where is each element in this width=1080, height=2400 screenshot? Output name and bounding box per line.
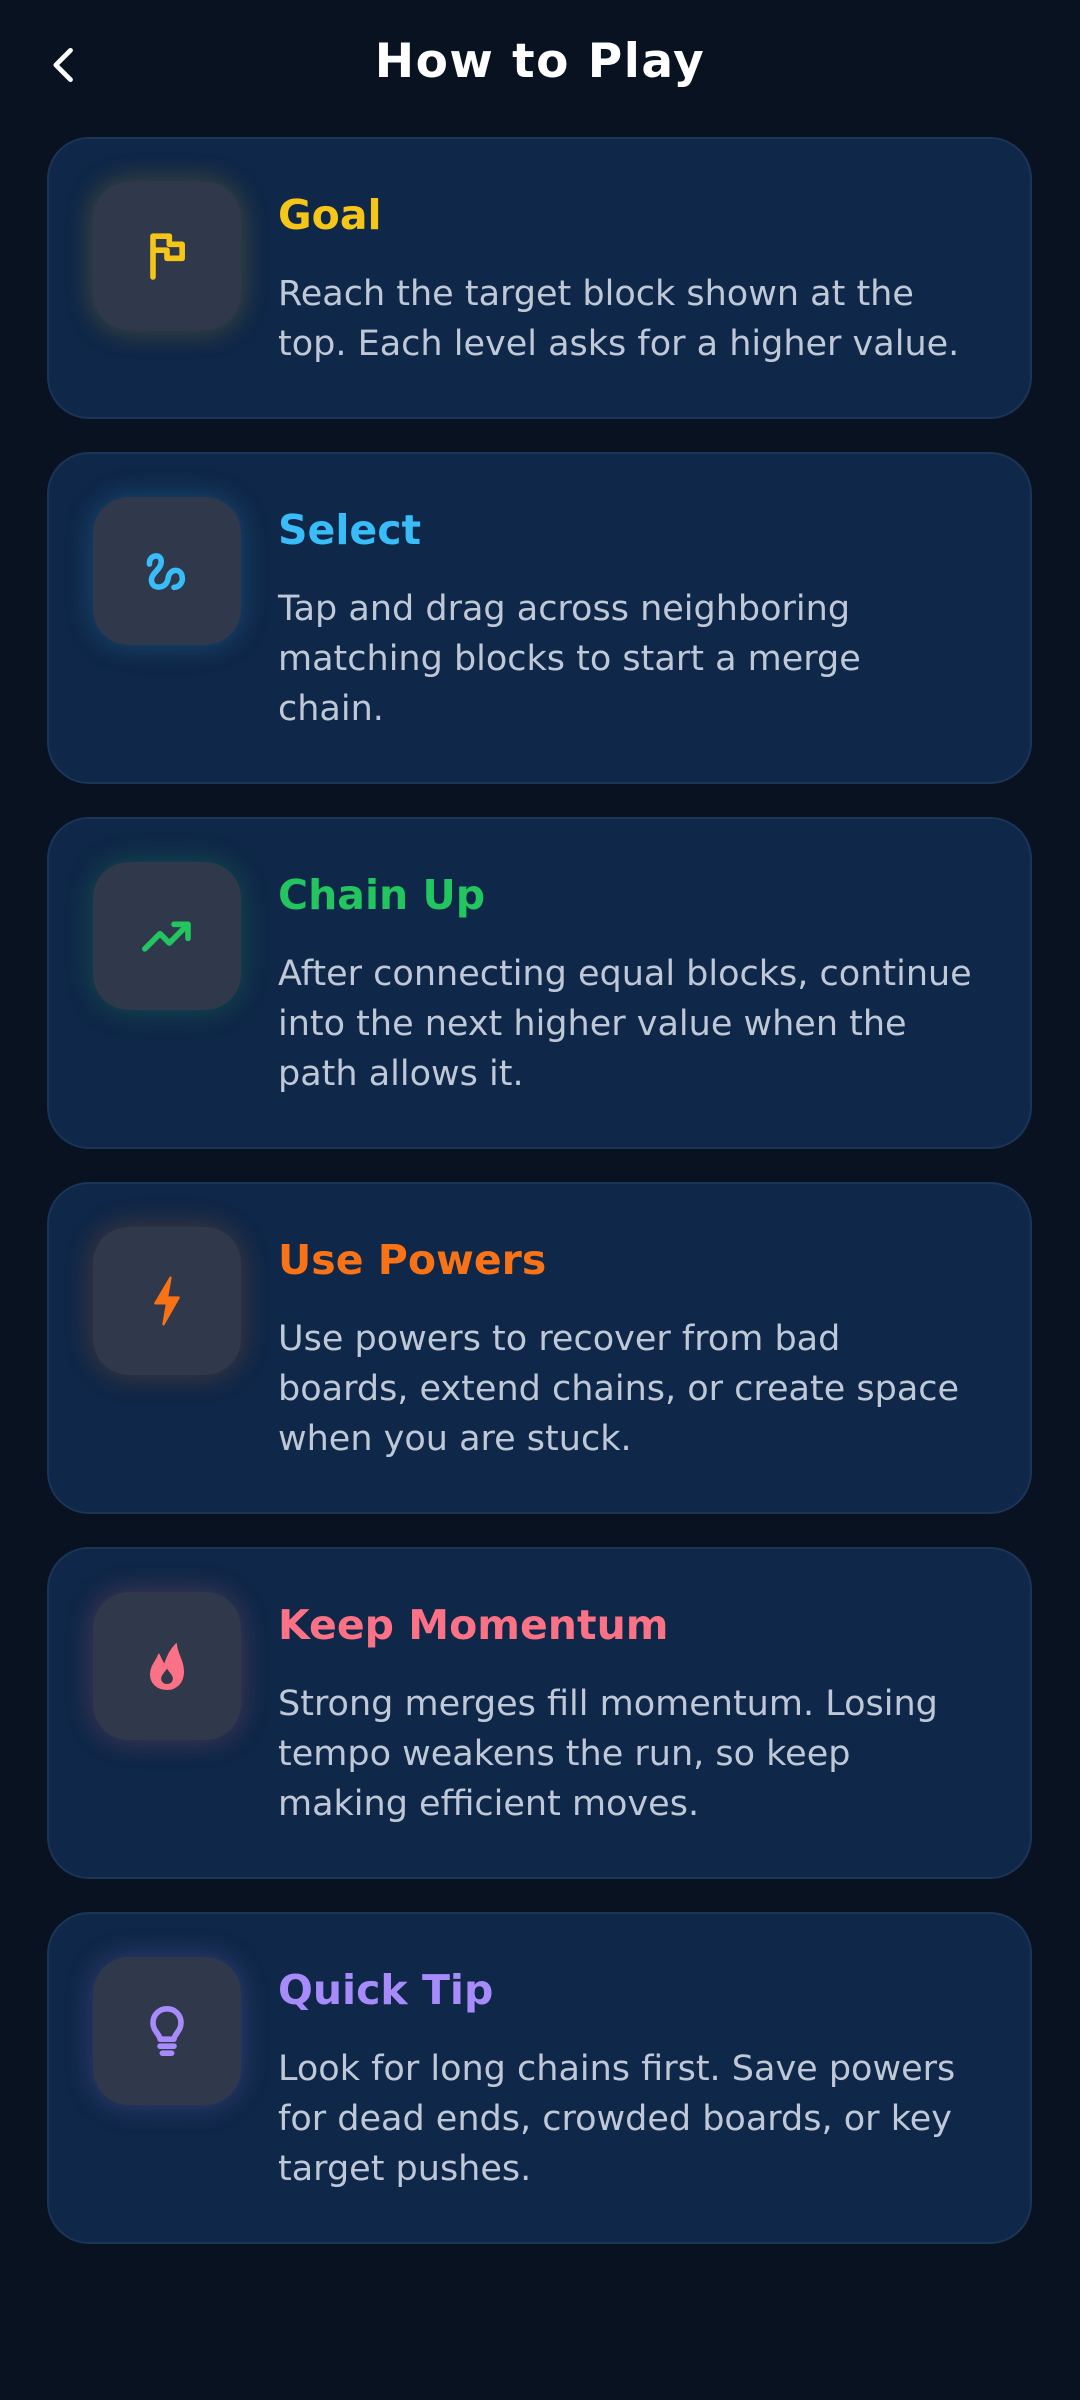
header-bar: How to Play [0, 0, 1080, 132]
card-keep-momentum: Keep Momentum Strong merges fill momentu… [47, 1547, 1032, 1879]
trending-up-icon [142, 921, 191, 952]
card-title-keep-momentum: Keep Momentum [278, 1601, 669, 1649]
card-text-select: Tap and drag across neighboring matching… [278, 589, 861, 729]
card-text-keep-momentum: Strong merges fill momentum. Losing temp… [278, 1684, 938, 1824]
card-title-chain-up: Chain Up [278, 871, 486, 919]
flame-icon [149, 1643, 185, 1691]
icon-box-select [93, 497, 241, 645]
flag-icon [150, 233, 185, 280]
squiggle-path-icon [146, 553, 186, 591]
card-use-powers: Use Powers Use powers to recover from ba… [47, 1182, 1032, 1514]
card-text-quick-tip: Look for long chains first. Save powers … [278, 2049, 956, 2189]
page-title: How to Play [374, 34, 706, 89]
card-title-goal: Goal [278, 191, 382, 239]
icon-box-keep-momentum [93, 1592, 241, 1740]
card-select: Select Tap and drag across neighboring m… [47, 452, 1032, 784]
card-chain-up: Chain Up After connecting equal blocks, … [47, 817, 1032, 1149]
icon-box-quick-tip [93, 1957, 241, 2105]
card-text-goal: Reach the target block shown at the top.… [278, 274, 960, 364]
card-text-use-powers: Use powers to recover from bad boards, e… [278, 1319, 960, 1459]
icon-box-chain-up [93, 862, 241, 1010]
lightbulb-icon [150, 2006, 184, 2056]
icon-box-goal [93, 182, 241, 330]
icon-box-use-powers [93, 1227, 241, 1375]
card-goal: Goal Reach the target block shown at the… [47, 137, 1032, 419]
card-text-chain-up: After connecting equal blocks, continue … [278, 954, 972, 1094]
card-title-select: Select [278, 506, 422, 554]
card-quick-tip: Quick Tip Look for long chains first. Sa… [47, 1912, 1032, 2244]
lightning-bolt-icon [154, 1276, 180, 1326]
card-title-use-powers: Use Powers [278, 1236, 547, 1284]
card-title-quick-tip: Quick Tip [278, 1966, 494, 2014]
instruction-list: Goal Reach the target block shown at the… [47, 137, 1032, 2277]
